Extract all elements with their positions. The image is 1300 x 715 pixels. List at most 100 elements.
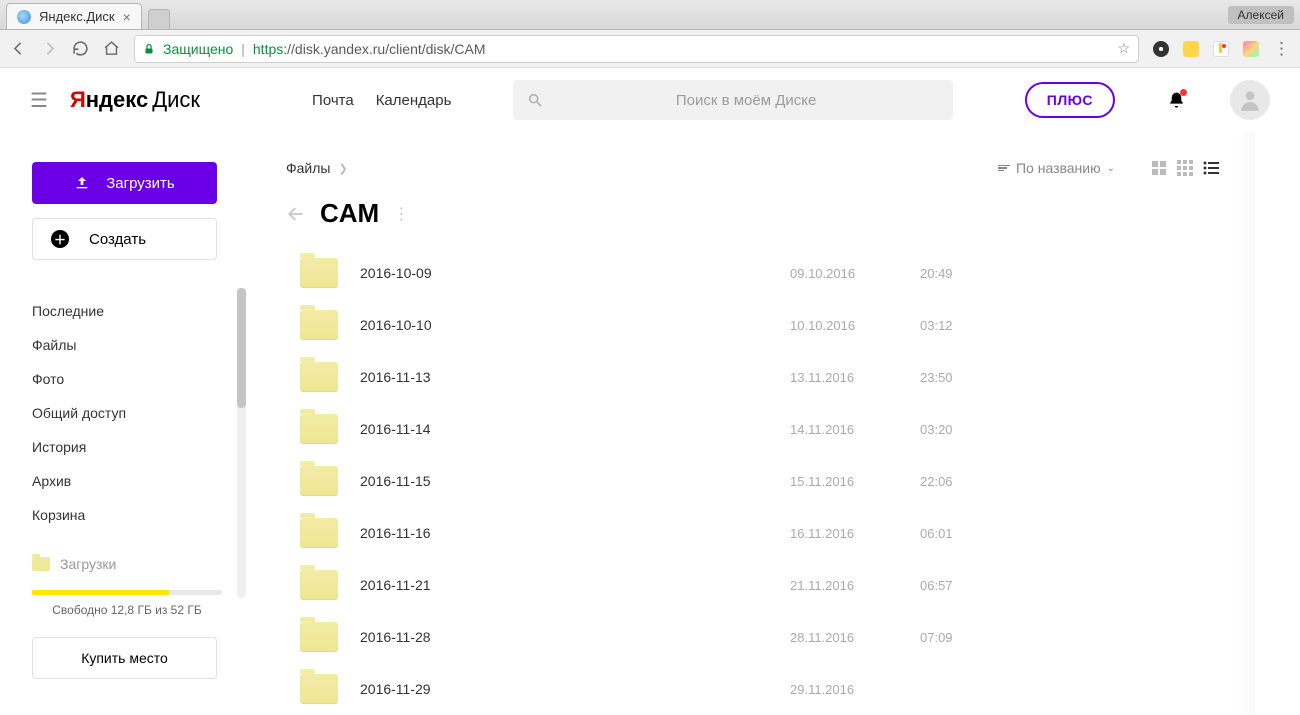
menu-icon[interactable]: ⋮ — [1273, 39, 1290, 59]
file-date: 21.11.2016 — [790, 578, 920, 593]
chevron-right-icon: ❯ — [338, 162, 347, 175]
sidebar-item-archive[interactable]: Архив — [32, 464, 234, 498]
sidebar-item-shared[interactable]: Общий доступ — [32, 396, 234, 430]
search-input[interactable] — [553, 92, 938, 109]
file-date: 10.10.2016 — [790, 318, 920, 333]
file-date: 29.11.2016 — [790, 682, 920, 697]
table-row[interactable]: 2016-11-2121.11.201606:57 — [286, 559, 1219, 611]
right-gutter — [1255, 132, 1300, 714]
downloads-label: Загрузки — [60, 556, 116, 572]
file-date: 13.11.2016 — [790, 370, 920, 385]
avatar[interactable] — [1230, 80, 1270, 120]
folder-icon — [300, 570, 338, 600]
file-time: 06:57 — [920, 578, 953, 593]
file-time: 22:06 — [920, 474, 953, 489]
lock-icon — [143, 42, 155, 56]
home-icon[interactable] — [103, 40, 120, 57]
file-name: 2016-11-15 — [360, 473, 790, 489]
folder-icon — [300, 674, 338, 704]
folder-icon — [300, 466, 338, 496]
browser-tab-strip: Яндекс.Диск × Алексей — [0, 0, 1300, 30]
storage-text: Свободно 12,8 ГБ из 52 ГБ — [32, 603, 222, 617]
extension-icon[interactable] — [1213, 41, 1229, 57]
folder-icon — [300, 518, 338, 548]
sidebar-item-trash[interactable]: Корзина — [32, 498, 234, 532]
folder-icon — [300, 414, 338, 444]
nav-calendar[interactable]: Календарь — [376, 92, 452, 109]
file-date: 14.11.2016 — [790, 422, 920, 437]
sidebar-item-history[interactable]: История — [32, 430, 234, 464]
file-name: 2016-10-09 — [360, 265, 790, 281]
close-icon[interactable]: × — [123, 9, 131, 25]
grid-small-icon[interactable] — [1177, 160, 1193, 176]
table-row[interactable]: 2016-11-1414.11.201603:20 — [286, 403, 1219, 455]
plus-button[interactable]: ПЛЮС — [1025, 82, 1115, 118]
folder-icon — [300, 622, 338, 652]
table-row[interactable]: 2016-11-1313.11.201623:50 — [286, 351, 1219, 403]
sidebar-item-recent[interactable]: Последние — [32, 294, 234, 328]
address-bar[interactable]: Защищено | https://disk.yandex.ru/client… — [134, 35, 1139, 63]
file-date: 15.11.2016 — [790, 474, 920, 489]
bell-icon[interactable] — [1167, 91, 1186, 110]
storage-meter: Свободно 12,8 ГБ из 52 ГБ — [32, 590, 234, 617]
app-root: ☰ Яндекс Диск Почта Календарь ПЛЮС — [0, 68, 1300, 714]
sort-dropdown[interactable]: По названию ⌄ — [998, 160, 1115, 176]
main-panel: Файлы ❯ По названию ⌄ — [250, 132, 1255, 714]
breadcrumb[interactable]: Файлы ❯ — [286, 160, 348, 176]
back-icon[interactable] — [10, 40, 27, 57]
sort-label: По названию — [1016, 160, 1101, 176]
sidebar-item-photo[interactable]: Фото — [32, 362, 234, 396]
create-button[interactable]: ＋ Создать — [32, 218, 217, 260]
hamburger-icon[interactable]: ☰ — [30, 88, 48, 113]
upload-icon — [74, 175, 90, 191]
plus-icon: ＋ — [51, 230, 69, 248]
nav-mail[interactable]: Почта — [312, 92, 354, 109]
file-name: 2016-11-14 — [360, 421, 790, 437]
folder-icon — [300, 310, 338, 340]
table-row[interactable]: 2016-11-1616.11.201606:01 — [286, 507, 1219, 559]
breadcrumb-root[interactable]: Файлы — [286, 160, 330, 176]
extension-icon[interactable] — [1183, 41, 1199, 57]
folder-icon — [300, 362, 338, 392]
table-row[interactable]: 2016-10-0909.10.201620:49 — [286, 247, 1219, 299]
table-row[interactable]: 2016-11-2929.11.2016 — [286, 663, 1219, 715]
file-date: 09.10.2016 — [790, 266, 920, 281]
sidebar-nav: Последние Файлы Фото Общий доступ Истори… — [32, 294, 234, 572]
view-controls — [1151, 160, 1219, 176]
table-row[interactable]: 2016-11-1515.11.201622:06 — [286, 455, 1219, 507]
extension-icon[interactable] — [1243, 41, 1259, 57]
tab-title: Яндекс.Диск — [39, 9, 115, 24]
table-row[interactable]: 2016-11-2828.11.201607:09 — [286, 611, 1219, 663]
search-box[interactable] — [513, 80, 952, 120]
browser-profile-chip[interactable]: Алексей — [1228, 6, 1294, 24]
file-date: 16.11.2016 — [790, 526, 920, 541]
file-time: 07:09 — [920, 630, 953, 645]
file-name: 2016-11-28 — [360, 629, 790, 645]
sort-icon — [998, 165, 1010, 172]
url-separator: | — [241, 41, 245, 57]
file-time: 20:49 — [920, 266, 953, 281]
logo[interactable]: Яндекс Диск — [70, 87, 200, 113]
upload-button[interactable]: Загрузить — [32, 162, 217, 204]
grid-large-icon[interactable] — [1151, 160, 1167, 176]
notification-dot-icon — [1180, 89, 1187, 96]
sidebar-item-files[interactable]: Файлы — [32, 328, 234, 362]
new-tab-button[interactable] — [148, 9, 170, 29]
search-icon — [527, 92, 543, 108]
browser-toolbar: Защищено | https://disk.yandex.ru/client… — [0, 30, 1300, 68]
sidebar-scrollbar[interactable] — [237, 288, 246, 598]
table-row[interactable]: 2016-10-1010.10.201603:12 — [286, 299, 1219, 351]
browser-tab[interactable]: Яндекс.Диск × — [6, 3, 142, 29]
app-header: ☰ Яндекс Диск Почта Календарь ПЛЮС — [0, 68, 1300, 132]
extension-icon[interactable] — [1153, 41, 1169, 57]
kebab-icon[interactable]: ⋮ — [393, 204, 409, 224]
sidebar-item-downloads[interactable]: Загрузки — [32, 556, 234, 572]
favicon-icon — [17, 10, 31, 24]
list-icon[interactable] — [1203, 160, 1219, 176]
star-icon[interactable]: ☆ — [1117, 40, 1130, 57]
file-time: 03:20 — [920, 422, 953, 437]
buy-storage-button[interactable]: Купить место — [32, 637, 217, 679]
back-arrow-icon[interactable] — [286, 204, 306, 224]
storage-bar — [32, 590, 222, 595]
reload-icon[interactable] — [72, 40, 89, 57]
